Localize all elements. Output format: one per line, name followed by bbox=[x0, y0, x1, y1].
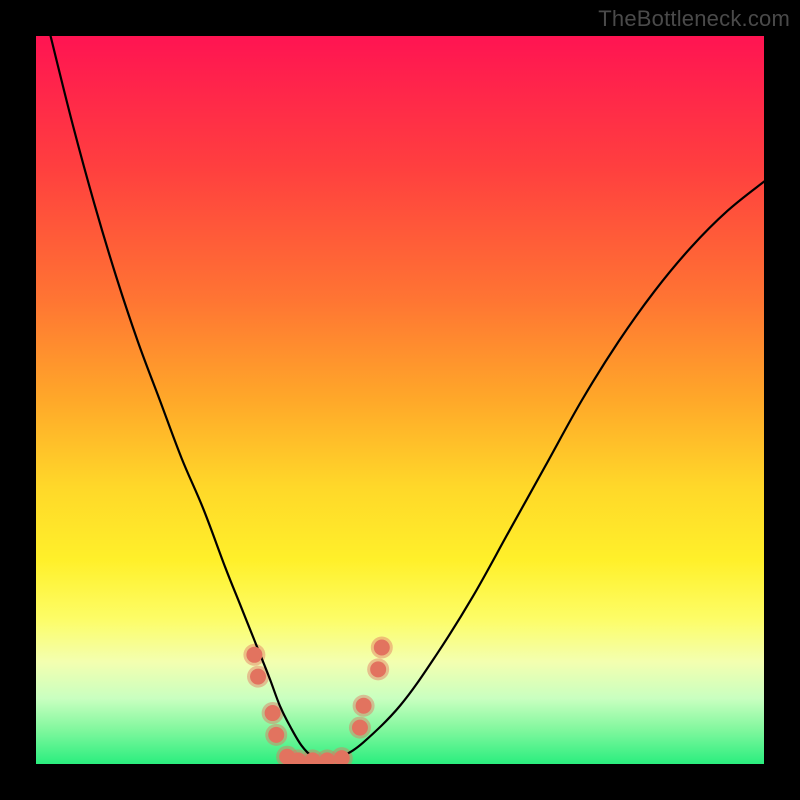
bottleneck-curve bbox=[51, 36, 764, 763]
marker-dot bbox=[374, 640, 390, 656]
chart-plot-area bbox=[36, 36, 764, 764]
marker-dot bbox=[370, 661, 386, 677]
watermark-text: TheBottleneck.com bbox=[598, 6, 790, 32]
marker-dot bbox=[352, 720, 368, 736]
chart-svg bbox=[36, 36, 764, 764]
marker-dot bbox=[268, 727, 284, 743]
curve-highlight-markers bbox=[246, 640, 389, 764]
chart-frame: TheBottleneck.com bbox=[0, 0, 800, 800]
marker-dot bbox=[356, 698, 372, 714]
marker-dot bbox=[265, 705, 281, 721]
marker-dot bbox=[246, 647, 262, 663]
curve-highlight-bg bbox=[243, 637, 392, 764]
marker-dot bbox=[250, 669, 266, 685]
